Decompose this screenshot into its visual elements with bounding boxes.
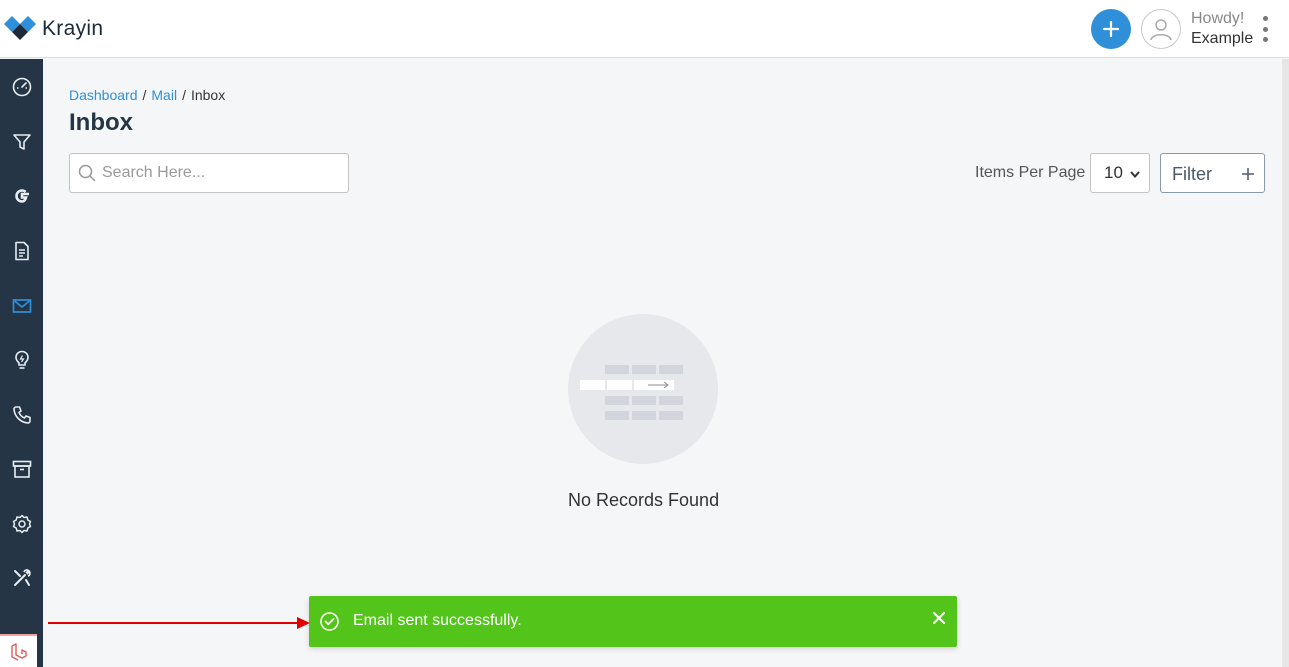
greeting-text: Howdy!	[1191, 10, 1245, 27]
quick-add-button[interactable]	[1091, 9, 1131, 49]
items-per-page-select[interactable]: 10	[1090, 153, 1150, 193]
app-name: Krayin	[42, 17, 104, 40]
empty-table-illustration	[568, 314, 718, 464]
filter-button[interactable]: Filter	[1160, 153, 1265, 193]
logo[interactable]: Krayin	[4, 16, 103, 42]
tools-icon	[13, 569, 31, 586]
sidebar-item-dashboard[interactable]	[0, 67, 43, 107]
speedometer-icon	[12, 77, 31, 97]
mail-icon	[12, 299, 31, 313]
filter-label: Filter	[1172, 164, 1212, 184]
plus-icon	[1102, 20, 1120, 38]
scrollbar[interactable]	[1282, 59, 1289, 667]
search-field[interactable]	[69, 153, 349, 193]
search-icon	[78, 164, 96, 182]
breadcrumb-separator: /	[142, 87, 147, 103]
breadcrumb-mail[interactable]: Mail	[151, 87, 177, 103]
search-input[interactable]	[102, 164, 342, 182]
sidebar-item-contacts[interactable]	[0, 395, 43, 435]
sidebar-item-configuration[interactable]	[0, 558, 43, 598]
top-bar: Krayin Howdy! Example	[0, 0, 1289, 58]
close-icon	[933, 612, 945, 624]
sidebar-item-quotes[interactable]	[0, 231, 43, 271]
breadcrumb: Dashboard / Mail / Inbox	[69, 87, 225, 103]
sidebar-item-settings[interactable]	[0, 504, 43, 544]
items-per-page-label: Items Per Page	[975, 164, 1086, 181]
google-icon	[14, 189, 29, 203]
sidebar-item-leads[interactable]	[0, 122, 43, 162]
user-name[interactable]: Example	[1191, 30, 1253, 48]
sidebar	[0, 59, 43, 667]
document-icon	[14, 241, 29, 261]
breadcrumb-current: Inbox	[190, 87, 226, 103]
check-circle-icon	[320, 612, 339, 631]
phone-icon	[12, 406, 31, 424]
success-toast: Email sent successfully.	[309, 596, 957, 647]
breadcrumb-separator: /	[182, 87, 186, 103]
sidebar-item-mail[interactable]	[0, 286, 43, 326]
lightbulb-icon	[14, 350, 29, 369]
toast-message: Email sent successfully.	[353, 612, 522, 629]
user-icon	[1150, 19, 1172, 41]
plus-icon	[1242, 168, 1254, 180]
funnel-icon	[12, 134, 31, 150]
gear-icon	[12, 514, 31, 534]
breadcrumb-dashboard[interactable]: Dashboard	[69, 87, 138, 103]
user-avatar[interactable]	[1141, 9, 1181, 49]
items-per-page-value: 10	[1104, 163, 1123, 182]
laravel-icon	[10, 642, 27, 661]
annotation-arrow-icon	[48, 617, 310, 629]
table-empty-icon	[580, 365, 683, 420]
chevron-down-icon	[1130, 171, 1140, 179]
sidebar-item-activities[interactable]	[0, 340, 43, 380]
page-title: Inbox	[69, 109, 133, 136]
toast-close-button[interactable]	[929, 608, 949, 628]
sidebar-item-google[interactable]	[0, 176, 43, 216]
empty-state-text: No Records Found	[568, 490, 720, 510]
krayin-logo-icon	[4, 16, 36, 40]
sidebar-item-products[interactable]	[0, 449, 43, 489]
archive-icon	[12, 460, 31, 478]
laravel-debugbar-toggle[interactable]	[0, 634, 37, 667]
more-menu-icon[interactable]	[1258, 16, 1272, 42]
